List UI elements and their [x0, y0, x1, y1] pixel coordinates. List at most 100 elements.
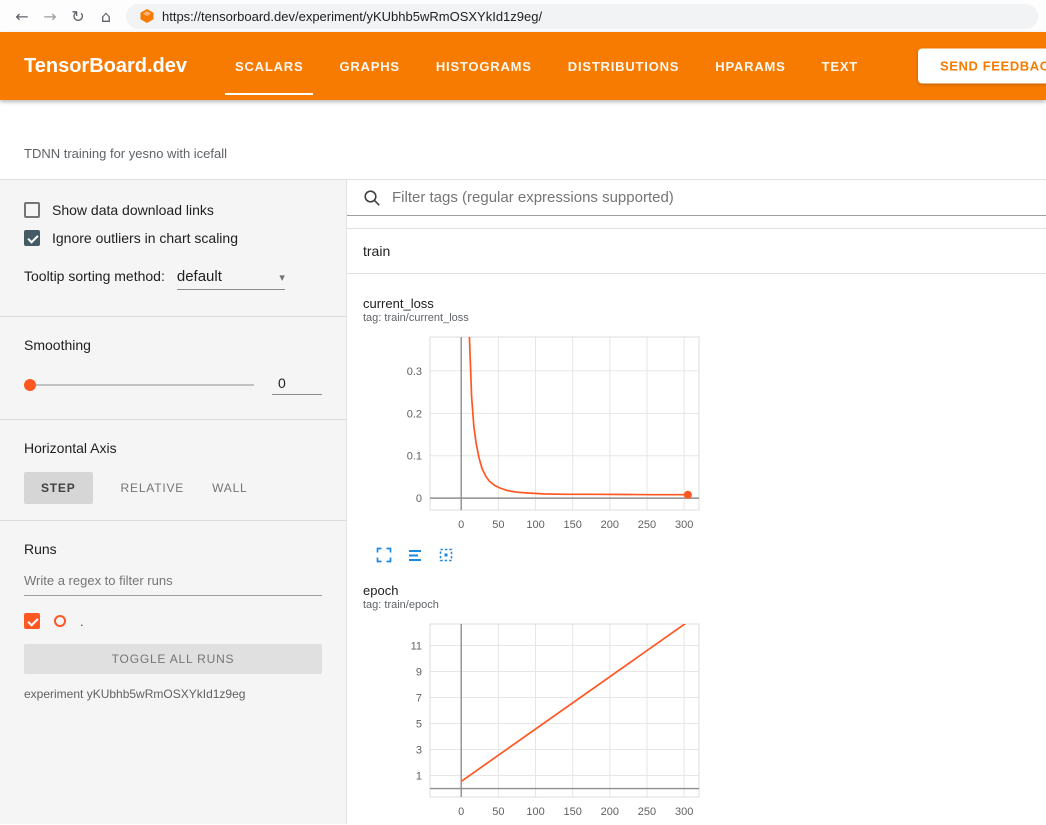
forward-icon[interactable]: →: [36, 3, 64, 29]
ignore-outliers-row[interactable]: Ignore outliers in chart scaling: [24, 230, 322, 246]
svg-text:9: 9: [416, 666, 422, 678]
tooltip-sorting-value: default: [177, 268, 222, 285]
chart-card-current_loss: current_losstag: train/current_loss 0 50 10…: [363, 296, 703, 565]
content: Show data download links Ignore outliers…: [0, 180, 1046, 824]
address-bar[interactable]: https://tensorboard.dev/experiment/yKUbh…: [126, 4, 1038, 29]
svg-text:100: 100: [526, 519, 544, 531]
axis-option-relative[interactable]: RELATIVE: [121, 472, 185, 504]
settings-sidebar: Show data download links Ignore outliers…: [0, 180, 347, 824]
chart-title: epoch: [363, 583, 703, 599]
url-text: https://tensorboard.dev/experiment/yKUbh…: [162, 9, 542, 24]
show-download-links-row[interactable]: Show data download links: [24, 202, 322, 218]
svg-text:50: 50: [492, 806, 504, 818]
ignore-outliers-checkbox[interactable]: [24, 230, 40, 246]
main-panel: train current_losstag: train/current_los…: [347, 180, 1046, 824]
toggle-all-runs-button[interactable]: TOGGLE ALL RUNS: [24, 644, 322, 674]
app-header: TensorBoard.dev SCALARS GRAPHS HISTOGRAMS D…: [0, 32, 1046, 100]
home-icon[interactable]: ⌂: [92, 3, 120, 29]
svg-text:250: 250: [638, 806, 656, 818]
svg-text:0: 0: [416, 493, 422, 505]
back-icon[interactable]: ←: [8, 3, 36, 29]
chart-plot-current_loss[interactable]: 0 50 100 150 200 250 300 0 0.1 0.2 0.3: [363, 332, 703, 536]
horizontal-axis-buttons: STEP RELATIVE WALL: [24, 472, 322, 504]
tab-distributions[interactable]: DISTRIBUTIONS: [568, 32, 680, 100]
show-download-links-checkbox[interactable]: [24, 202, 40, 218]
run-row: .: [24, 613, 322, 629]
svg-text:50: 50: [492, 519, 504, 531]
smoothing-slider-row: 0: [24, 375, 322, 395]
search-icon: [363, 189, 381, 207]
smoothing-label: Smoothing: [24, 337, 322, 353]
run-color-swatch[interactable]: [54, 615, 66, 627]
experiment-description: TDNN training for yesno with icefall: [24, 146, 227, 161]
svg-text:5: 5: [416, 719, 422, 731]
run-checkbox[interactable]: [24, 613, 40, 629]
svg-text:0: 0: [458, 519, 464, 531]
svg-text:0: 0: [458, 806, 464, 818]
runs-filter-input[interactable]: [24, 573, 322, 596]
chart-toolbar: [363, 545, 703, 565]
refresh-icon[interactable]: ↻: [64, 3, 92, 29]
svg-text:11: 11: [411, 640, 422, 652]
horizontal-axis-label: Horizontal Axis: [24, 440, 322, 456]
ignore-outliers-label: Ignore outliers in chart scaling: [52, 230, 238, 246]
charts-grid: current_losstag: train/current_loss05010…: [347, 274, 1046, 824]
axis-option-wall[interactable]: WALL: [212, 472, 247, 504]
svg-text:1: 1: [416, 771, 422, 783]
general-settings-section: Show data download links Ignore outliers…: [0, 180, 346, 317]
chart-plot-epoch[interactable]: 0 50 100 150 200 250 300 1 3 5 7 9 11: [363, 619, 703, 823]
smoothing-slider-thumb[interactable]: [24, 379, 36, 391]
run-name: .: [80, 614, 84, 629]
smoothing-section: Smoothing 0: [0, 317, 346, 420]
tag-filter-row: [347, 180, 1046, 216]
svg-text:150: 150: [563, 806, 581, 818]
axis-option-step[interactable]: STEP: [24, 472, 93, 504]
tab-scalars[interactable]: SCALARS: [235, 32, 303, 100]
show-download-links-label: Show data download links: [52, 202, 214, 218]
send-feedback-button[interactable]: SEND FEEDBACK: [918, 49, 1046, 84]
expand-icon[interactable]: [376, 547, 392, 563]
chart-tag: tag: train/current_loss: [363, 312, 703, 326]
train-card: train current_losstag: train/current_los…: [347, 228, 1046, 824]
experiment-name: experiment yKUbhb5wRmOSXYkId1z9eg: [24, 687, 322, 701]
fit-domain-icon[interactable]: [438, 547, 454, 563]
tab-hparams[interactable]: HPARAMS: [715, 32, 785, 100]
chart-card-epoch: epochtag: train/epoch 0 50 100 150 200 250 300 1…: [363, 583, 703, 824]
train-card-header[interactable]: train: [347, 229, 1046, 274]
svg-text:200: 200: [601, 806, 619, 818]
svg-text:3: 3: [416, 745, 422, 757]
chart-title: current_loss: [363, 296, 703, 312]
tab-graphs[interactable]: GRAPHS: [339, 32, 399, 100]
svg-text:100: 100: [526, 806, 544, 818]
chevron-down-icon: ▾: [279, 271, 285, 284]
tab-text[interactable]: TEXT: [822, 32, 858, 100]
app-title: TensorBoard.dev: [24, 55, 187, 78]
svg-text:7: 7: [416, 692, 422, 704]
svg-text:0.2: 0.2: [407, 408, 422, 420]
svg-text:250: 250: [638, 519, 656, 531]
svg-text:150: 150: [563, 519, 581, 531]
browser-toolbar: ← → ↻ ⌂ https://tensorboard.dev/experime…: [0, 0, 1046, 32]
tensorboard-favicon: [140, 9, 154, 23]
svg-text:0.3: 0.3: [407, 366, 422, 378]
run-lines-icon[interactable]: [407, 547, 423, 563]
svg-text:300: 300: [675, 806, 693, 818]
tooltip-sorting-label: Tooltip sorting method:: [24, 268, 165, 284]
experiment-strip: TDNN training for yesno with icefall: [0, 100, 1046, 180]
tag-filter-input[interactable]: [390, 188, 1046, 207]
smoothing-value[interactable]: 0: [272, 375, 322, 395]
chart-tag: tag: train/epoch: [363, 599, 703, 613]
train-card-title: train: [363, 243, 390, 259]
svg-text:300: 300: [675, 519, 693, 531]
screen: ← → ↻ ⌂ https://tensorboard.dev/experime…: [0, 0, 1046, 825]
tooltip-sorting-dropdown[interactable]: default ▾: [177, 268, 285, 290]
horizontal-axis-section: Horizontal Axis STEP RELATIVE WALL: [0, 420, 346, 521]
tab-histograms[interactable]: HISTOGRAMS: [436, 32, 532, 100]
svg-text:0.1: 0.1: [407, 451, 422, 463]
main-nav: SCALARS GRAPHS HISTOGRAMS DISTRIBUTIONS HPAR…: [235, 32, 858, 100]
runs-label: Runs: [24, 541, 322, 557]
runs-section: Runs . TOGGLE ALL RUNS experiment yKUbhb…: [0, 521, 346, 727]
tooltip-sorting-row: Tooltip sorting method: default ▾: [24, 268, 322, 290]
svg-text:200: 200: [601, 519, 619, 531]
smoothing-slider[interactable]: [24, 384, 254, 386]
